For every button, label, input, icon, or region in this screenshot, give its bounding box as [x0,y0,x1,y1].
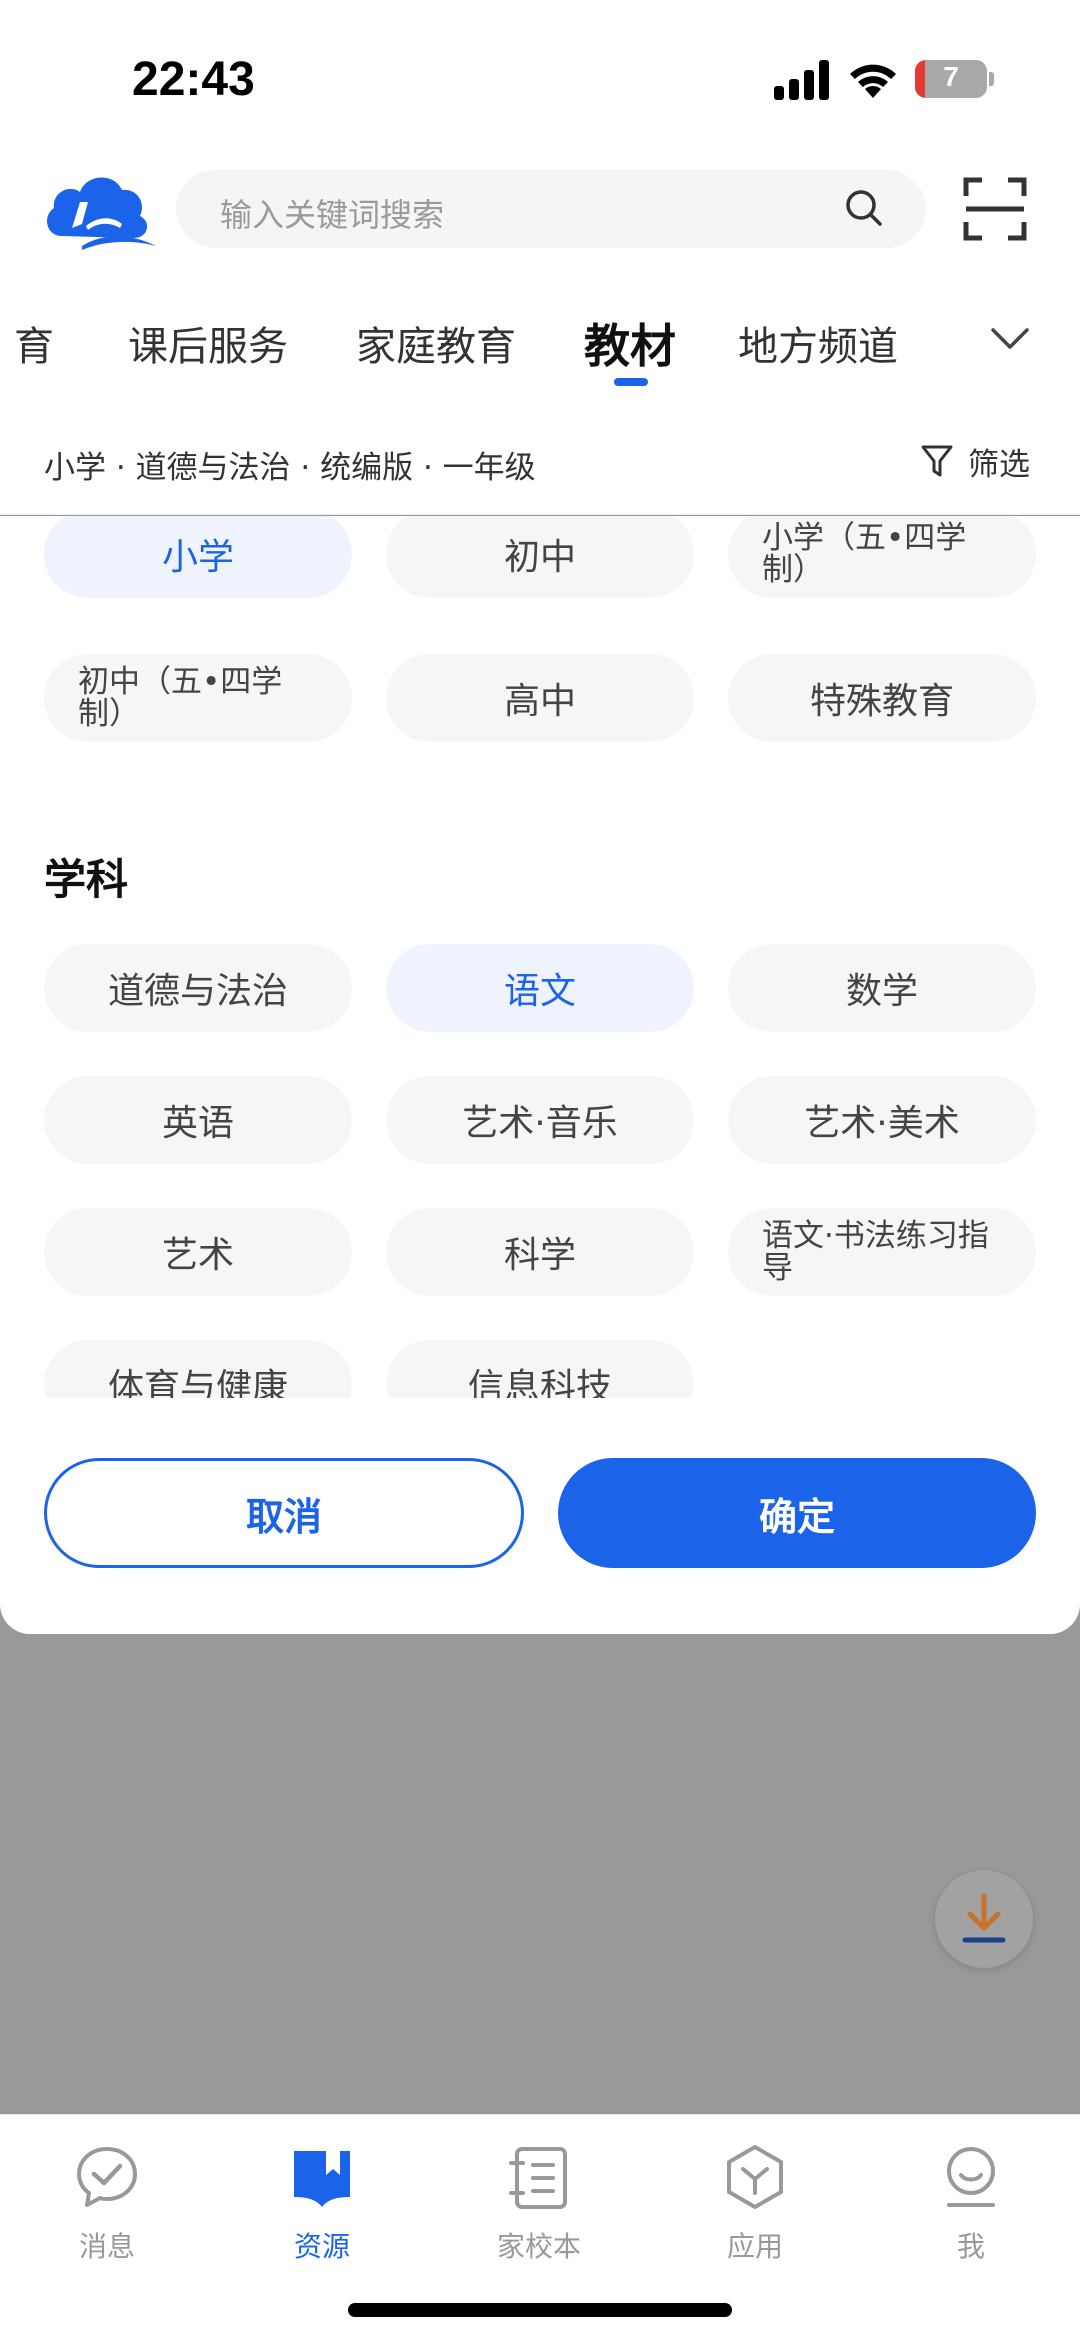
cancel-button[interactable]: 取消 [44,1458,524,1568]
chevron-down-icon[interactable] [990,326,1030,352]
option-junior-high-54[interactable]: 初中（五•四学制） [44,654,352,742]
search-input[interactable]: 输入关键词搜索 [176,170,926,248]
tab-after-school-service[interactable]: 课后服务 [128,314,288,372]
nav-label: 我 [956,2230,985,2263]
filter-options-scroll[interactable]: 小学 初中 小学（五•四学制） 初中（五•四学制） 高中 特殊教育 学科 道德与… [0,516,1080,1398]
option-math[interactable]: 数学 [728,944,1036,1032]
option-calligraphy[interactable]: 语文·书法练习指导 [728,1208,1036,1296]
tab-partial[interactable]: 育 [14,314,54,372]
nav-messages[interactable]: 消息 [32,2133,182,2263]
cellular-signal-icon [774,60,829,100]
search-icon[interactable] [844,188,884,228]
nav-label: 家校本 [496,2230,581,2263]
confirm-button[interactable]: 确定 [558,1458,1036,1568]
active-tab-indicator [614,378,648,386]
nav-label: 消息 [78,2230,135,2263]
filter-panel: 小学 初中 小学（五•四学制） 初中（五•四学制） 高中 特殊教育 学科 道德与… [0,516,1080,1634]
profile-icon [947,2147,995,2207]
filter-button[interactable]: 筛选 [920,440,1030,483]
tab-textbooks[interactable]: 教材 [584,310,676,376]
option-english[interactable]: 英语 [44,1076,352,1164]
option-primary-school[interactable]: 小学 [44,516,352,598]
option-primary-54[interactable]: 小学（五•四学制） [728,516,1036,598]
download-button[interactable] [935,1870,1033,1968]
filter-breadcrumb: 小学 · 道德与法治 · 统编版 · 一年级 [44,450,536,486]
notebook-icon [509,2147,567,2209]
option-junior-high[interactable]: 初中 [386,516,694,598]
nav-me[interactable]: 我 [896,2133,1046,2263]
option-chinese[interactable]: 语文 [386,944,694,1032]
battery-level: 7 [943,61,959,92]
home-indicator [348,2303,732,2317]
channel-tabs: 育 课后服务 家庭教育 教材 地方频道 [0,270,1080,410]
tab-family-education[interactable]: 家庭教育 [356,314,516,372]
nav-label: 应用 [726,2230,783,2263]
search-placeholder: 输入关键词搜索 [220,196,445,234]
filter-row: 小学 · 道德与法治 · 统编版 · 一年级 筛选 [0,410,1080,515]
option-senior-high[interactable]: 高中 [386,654,694,742]
nav-home-school-book[interactable]: 家校本 [464,2133,614,2263]
status-time: 22:43 [132,53,255,106]
option-morality-law[interactable]: 道德与法治 [44,944,352,1032]
cloud-book-logo-icon [47,177,156,250]
funnel-icon [921,445,953,477]
option-information-technology[interactable]: 信息科技 [386,1340,694,1398]
option-art-music[interactable]: 艺术·音乐 [386,1076,694,1164]
status-bar: 22:43 7 [0,0,1080,150]
battery-icon: 7 [915,60,987,98]
header: 输入关键词搜索 [0,150,1080,270]
scan-icon[interactable] [962,176,1028,242]
option-art[interactable]: 艺术 [44,1208,352,1296]
filter-label: 筛选 [968,446,1030,483]
wifi-icon [850,64,896,98]
message-check-icon [77,2147,137,2207]
subject-section-title: 学科 [44,855,129,904]
battery-cap [989,72,994,86]
apps-cube-icon [727,2145,783,2209]
nav-apps[interactable]: 应用 [680,2133,830,2263]
book-icon [294,2151,350,2207]
nav-resources[interactable]: 资源 [247,2133,397,2263]
option-art-fine-arts[interactable]: 艺术·美术 [728,1076,1036,1164]
option-science[interactable]: 科学 [386,1208,694,1296]
nav-label: 资源 [293,2230,350,2263]
download-icon [962,1893,1006,1943]
option-pe-health[interactable]: 体育与健康 [44,1340,352,1398]
tab-local-channel[interactable]: 地方频道 [738,314,898,372]
option-special-education[interactable]: 特殊教育 [728,654,1036,742]
